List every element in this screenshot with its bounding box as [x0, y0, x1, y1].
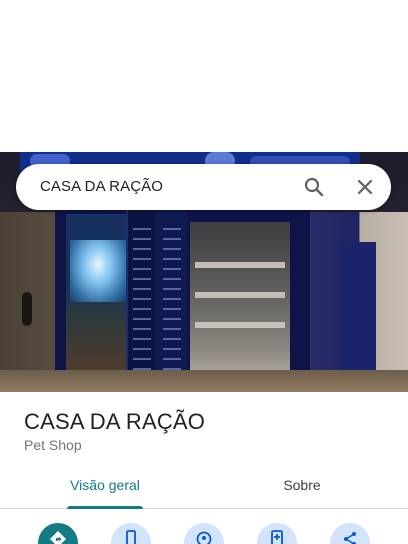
tab-overview[interactable]: Visão geral — [0, 466, 210, 508]
nearby-button[interactable] — [184, 523, 224, 544]
tab-bar: Visão geral Sobre — [0, 466, 408, 509]
directions-icon — [50, 531, 66, 544]
save-button[interactable] — [257, 523, 297, 544]
place-title: CASA DA RAÇÃO — [24, 409, 206, 434]
share-button[interactable] — [330, 523, 370, 544]
directions-button[interactable] — [38, 523, 78, 544]
search-query[interactable]: CASA DA RAÇÃO — [40, 178, 163, 195]
share-icon — [344, 532, 356, 544]
location-icon — [196, 531, 212, 544]
phone-icon — [126, 530, 136, 544]
action-buttons — [0, 508, 408, 544]
search-bar[interactable]: CASA DA RAÇÃO — [16, 164, 391, 210]
aquarium — [70, 240, 126, 302]
place-category[interactable]: Pet Shop — [24, 437, 82, 453]
map-area-blank — [0, 0, 408, 152]
save-icon — [271, 530, 283, 544]
tab-about[interactable]: Sobre — [198, 466, 406, 508]
close-icon[interactable] — [353, 175, 377, 199]
call-button[interactable] — [111, 523, 151, 544]
search-icon[interactable] — [302, 175, 326, 199]
